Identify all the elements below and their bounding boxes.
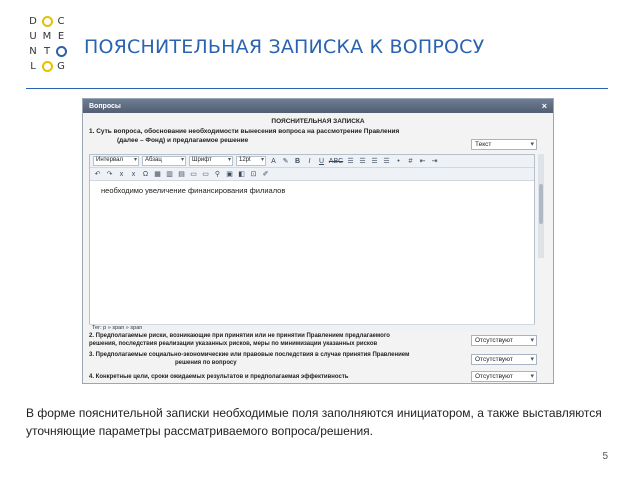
- bold-button[interactable]: B: [293, 157, 302, 166]
- fullscreen-icon[interactable]: ⊡: [249, 170, 258, 179]
- logo-ring: [40, 59, 54, 74]
- font-dropdown[interactable]: Шрифт: [189, 156, 233, 166]
- special-char-icon[interactable]: Ω: [141, 170, 150, 179]
- align-center-icon[interactable]: ☰: [358, 157, 367, 166]
- merge-cell-icon[interactable]: ▤: [177, 170, 186, 179]
- question-4-select[interactable]: Отсутствуют: [471, 371, 537, 382]
- table-icon[interactable]: ▦: [153, 170, 162, 179]
- question-1-label: 1. Суть вопроса, обоснование необходимос…: [89, 128, 400, 135]
- subscript-icon[interactable]: x: [117, 170, 126, 179]
- undo-icon[interactable]: ↶: [93, 170, 102, 179]
- insert-row-icon[interactable]: ▭: [189, 170, 198, 179]
- outdent-icon[interactable]: ⇤: [418, 157, 427, 166]
- logo-letter: E: [57, 31, 65, 42]
- question-3-label-cont: решения по вопросу: [175, 360, 237, 366]
- editor-toolbar-2: ↶ ↷ x x Ω ▦ ▥ ▤ ▭ ▭ ⚲ ▣ ◧ ⊡ ✐: [90, 168, 534, 181]
- close-icon[interactable]: ×: [542, 101, 547, 111]
- image-icon[interactable]: ▣: [225, 170, 234, 179]
- logo-letter: G: [57, 61, 65, 72]
- logo-letter: L: [30, 61, 36, 72]
- page-title: ПОЯСНИТЕЛЬНАЯ ЗАПИСКА К ВОПРОСУ: [84, 36, 485, 58]
- italic-button[interactable]: I: [305, 157, 314, 166]
- indent-icon[interactable]: ⇥: [430, 157, 439, 166]
- line-spacing-dropdown[interactable]: Интервал: [93, 156, 139, 166]
- logo-letter: U: [29, 31, 37, 42]
- editor-toolbar: Интервал Абзац Шрифт 12pt A ✎ B I U ABC …: [90, 155, 534, 168]
- redo-icon[interactable]: ↷: [105, 170, 114, 179]
- align-right-icon[interactable]: ☰: [370, 157, 379, 166]
- logo-ring: [40, 14, 54, 29]
- question-3-label: 3. Предполагаемые социально-экономически…: [89, 352, 410, 358]
- highlight-icon[interactable]: ✎: [281, 157, 290, 166]
- strikethrough-button[interactable]: ABC: [329, 157, 343, 166]
- logo-letter: N: [29, 46, 37, 57]
- link-icon[interactable]: ⚲: [213, 170, 222, 179]
- editor-content[interactable]: необходимо увеличение финансирования фил…: [90, 181, 534, 200]
- number-list-icon[interactable]: #: [406, 157, 415, 166]
- paragraph-dropdown[interactable]: Абзац: [142, 156, 186, 166]
- window-title: Вопросы: [89, 102, 121, 110]
- app-window: Вопросы × ПОЯСНИТЕЛЬНАЯ ЗАПИСКА 1. Суть …: [82, 98, 554, 384]
- logo-ring: [54, 44, 68, 59]
- align-left-icon[interactable]: ☰: [346, 157, 355, 166]
- logo-letter: T: [43, 46, 51, 57]
- question-3-select[interactable]: Отсутствуют: [471, 354, 537, 365]
- bullet-list-icon[interactable]: •: [394, 157, 403, 166]
- question-3: 3. Предполагаемые социально-экономически…: [89, 351, 409, 367]
- question-4-label: 4. Конкретные цели, сроки ожидаемых резу…: [89, 374, 349, 380]
- underline-button[interactable]: U: [317, 157, 326, 166]
- text-color-icon[interactable]: A: [269, 157, 278, 166]
- question-2-label: 2. Предполагаемые риски, возникающие при…: [89, 333, 390, 339]
- window-titlebar: Вопросы ×: [83, 99, 553, 113]
- delete-row-icon[interactable]: ▭: [201, 170, 210, 179]
- vertical-scrollbar[interactable]: [538, 154, 544, 258]
- split-cell-icon[interactable]: ▥: [165, 170, 174, 179]
- justify-icon[interactable]: ☰: [382, 157, 391, 166]
- source-code-icon[interactable]: ◧: [237, 170, 246, 179]
- editor-path: Тег: p » span » span: [89, 324, 535, 332]
- question-4: 4. Конкретные цели, сроки ожидаемых резу…: [89, 373, 348, 381]
- superscript-icon[interactable]: x: [129, 170, 138, 179]
- form-header: ПОЯСНИТЕЛЬНАЯ ЗАПИСКА: [271, 118, 365, 125]
- eraser-icon[interactable]: ✐: [261, 170, 270, 179]
- rich-text-editor: Интервал Абзац Шрифт 12pt A ✎ B I U ABC …: [89, 154, 535, 332]
- font-size-dropdown[interactable]: 12pt: [236, 156, 266, 166]
- page-number: 5: [602, 451, 608, 462]
- divider: [26, 88, 608, 89]
- logo-letter: D: [29, 16, 37, 27]
- question-1-type-select[interactable]: Текст: [471, 139, 537, 150]
- logo-letter: C: [57, 16, 65, 27]
- logo-letter: M: [42, 31, 52, 42]
- question-2-select[interactable]: Отсутствуют: [471, 335, 537, 346]
- question-2: 2. Предполагаемые риски, возникающие при…: [89, 332, 390, 348]
- window-body: ПОЯСНИТЕЛЬНАЯ ЗАПИСКА 1. Суть вопроса, о…: [83, 113, 553, 150]
- slide-caption: В форме пояснительной записки необходимы…: [26, 406, 602, 438]
- question-2-label-cont: решения, последствия реализации указанны…: [89, 341, 378, 347]
- logo: D C U M E N T L G: [26, 14, 70, 74]
